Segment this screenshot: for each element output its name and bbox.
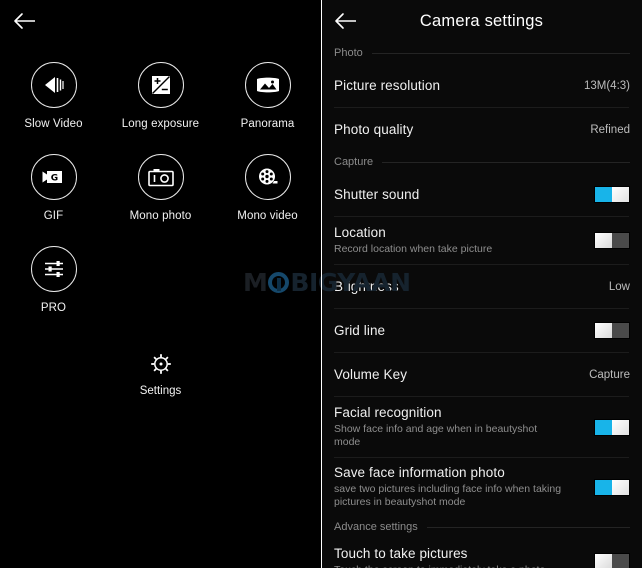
setting-subtitle: Record location when take picture	[334, 243, 493, 255]
toggle-facial-recognition[interactable]	[594, 418, 630, 436]
mode-item-mono-photo[interactable]: Mono photo	[107, 154, 214, 222]
section-header-label: Advance settings	[334, 521, 418, 533]
toggle-knob	[612, 479, 629, 495]
toggle-track	[612, 233, 629, 248]
setting-title: Volume Key	[334, 367, 408, 382]
panorama-icon	[244, 62, 291, 108]
panel-divider	[321, 0, 322, 568]
toggle-knob	[595, 554, 612, 568]
mode-label: Slow Video	[24, 118, 83, 130]
section-header-advance-settings: Advance settings	[321, 516, 642, 538]
section-header-label: Capture	[334, 156, 374, 168]
toggle-track	[595, 479, 612, 495]
mode-label: PRO	[40, 302, 67, 314]
setting-title: Save face information photo	[334, 465, 505, 480]
toggle-knob	[612, 419, 629, 435]
page-title: Camera settings	[419, 11, 544, 30]
mode-item-slow-video[interactable]: Slow Video	[0, 62, 107, 130]
setting-title: Photo quality	[334, 122, 414, 137]
setting-row-touch-to-take-pictures[interactable]: Touch to take pictures Touch the screen …	[321, 538, 642, 568]
mode-item-panorama[interactable]: Panorama	[214, 62, 321, 130]
toggle-track	[612, 554, 629, 568]
setting-subtitle: save two pictures including face info wh…	[334, 483, 562, 508]
setting-value: 13M(4:3)	[583, 79, 630, 92]
back-arrow-icon[interactable]	[12, 10, 38, 32]
setting-title: Brightness	[334, 279, 399, 294]
gear-icon	[147, 350, 175, 378]
setting-row-save-face-information-photo[interactable]: Save face information photo save two pic…	[321, 458, 642, 516]
toggle-touch-to-take-pictures[interactable]	[594, 553, 630, 568]
mode-item-pro[interactable]: PRO	[0, 246, 107, 314]
mode-item-long-exposure[interactable]: Long exposure	[107, 62, 214, 130]
setting-subtitle: Touch the screen to immediately take a p…	[334, 564, 564, 568]
mode-label: Panorama	[240, 118, 295, 130]
toggle-knob	[595, 323, 612, 338]
mode-label: Mono video	[237, 210, 298, 222]
slow-video-icon	[30, 62, 77, 108]
back-arrow-icon[interactable]	[333, 10, 359, 32]
setting-title: Touch to take pictures	[334, 546, 468, 561]
setting-title: Facial recognition	[334, 405, 442, 420]
gif-camera-icon: G	[30, 154, 77, 200]
setting-value: Low	[608, 280, 630, 293]
section-header-label: Photo	[334, 47, 363, 59]
setting-title: Grid line	[334, 323, 386, 338]
setting-value: Capture	[589, 368, 630, 381]
setting-subtitle: Show face info and age when in beautysho…	[334, 423, 538, 448]
section-rule	[382, 161, 630, 163]
mode-grid: Slow Video Long exposure Panorama G GIF …	[0, 62, 321, 314]
toggle-save-face-information-photo[interactable]	[594, 478, 630, 496]
camera-app-screenshot: Slow Video Long exposure Panorama G GIF …	[0, 0, 642, 568]
film-reel-icon	[244, 154, 291, 200]
toggle-knob	[595, 233, 612, 248]
setting-row-grid-line[interactable]: Grid line	[321, 309, 642, 352]
svg-text:G: G	[50, 174, 57, 184]
section-header-capture: Capture	[321, 151, 642, 173]
long-exposure-icon	[137, 62, 184, 108]
setting-row-volume-key[interactable]: Volume Key Capture	[321, 353, 642, 396]
toggle-knob	[612, 187, 629, 202]
setting-title: Picture resolution	[334, 78, 441, 93]
toggle-track	[595, 187, 612, 202]
setting-row-photo-quality[interactable]: Photo quality Refined	[321, 108, 642, 151]
setting-title: Location	[334, 225, 386, 240]
mode-label: GIF	[43, 210, 64, 222]
settings-header: Camera settings	[321, 0, 642, 42]
setting-row-brightness[interactable]: Brightness Low	[321, 265, 642, 308]
setting-row-picture-resolution[interactable]: Picture resolution 13M(4:3)	[321, 64, 642, 107]
toggle-track	[612, 323, 629, 338]
sliders-icon	[30, 246, 77, 292]
setting-row-shutter-sound[interactable]: Shutter sound	[321, 173, 642, 216]
mode-item-gif[interactable]: G GIF	[0, 154, 107, 222]
toggle-shutter-sound[interactable]	[594, 186, 630, 203]
mode-item-mono-video[interactable]: Mono video	[214, 154, 321, 222]
setting-row-facial-recognition[interactable]: Facial recognition Show face info and ag…	[321, 397, 642, 457]
settings-entry-button[interactable]: Settings	[0, 350, 321, 397]
mode-label: Mono photo	[129, 210, 192, 222]
setting-row-location[interactable]: Location Record location when take pictu…	[321, 217, 642, 264]
camera-settings-panel: Camera settings Photo Picture resolution…	[321, 0, 642, 568]
section-rule	[371, 52, 630, 54]
settings-entry-label: Settings	[139, 385, 182, 397]
toggle-location[interactable]	[594, 232, 630, 249]
section-rule	[426, 526, 630, 528]
mode-label: Long exposure	[121, 118, 200, 130]
camera-modes-panel: Slow Video Long exposure Panorama G GIF …	[0, 0, 321, 568]
mono-photo-camera-icon	[137, 154, 184, 200]
setting-value: Refined	[590, 123, 630, 136]
setting-title: Shutter sound	[334, 187, 420, 202]
toggle-grid-line[interactable]	[594, 322, 630, 339]
section-header-photo: Photo	[321, 42, 642, 64]
toggle-track	[595, 419, 612, 435]
